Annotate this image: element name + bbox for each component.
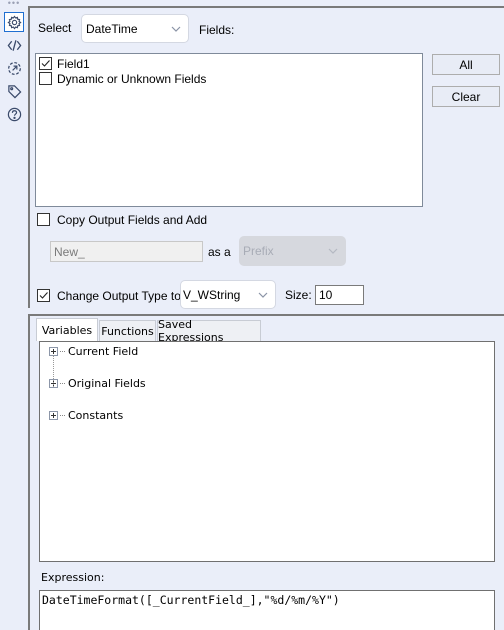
field1-checkbox[interactable] [39,57,52,70]
as-a-label: as a [208,245,231,259]
tab-saved-expressions[interactable]: Saved Expressions [157,318,261,344]
help-button[interactable] [4,104,24,124]
checkmark-icon [39,292,48,299]
tree-item-constants[interactable]: Constants [40,407,494,423]
tree-item-label: Constants [68,408,124,422]
select-all-button[interactable]: All [432,54,500,75]
tree-item-original-fields[interactable]: Original Fields [40,375,494,391]
size-value: 10 [319,288,333,302]
field-item-dynamic[interactable]: Dynamic or Unknown Fields [39,71,206,86]
checkmark-icon [41,60,50,67]
tree-connector [60,414,65,416]
variables-tree[interactable]: Current Field Original Fields Constants [39,341,495,562]
tree-connector [60,350,65,352]
select-label: Select [38,21,72,35]
expression-editor[interactable]: DateTimeFormat([_CurrentField_],"%d/%m/%… [39,590,495,630]
prefix-text-value: New_ [54,244,85,259]
fields-listbox[interactable]: Field1 Dynamic or Unknown Fields [35,53,423,207]
code-icon [7,39,21,51]
help-icon [7,107,21,121]
tab-variables[interactable]: Variables [36,318,98,341]
copy-output-option[interactable]: Copy Output Fields and Add [37,212,207,227]
more-dots-icon[interactable]: ••• [7,0,21,8]
change-type-checkbox[interactable] [37,289,50,302]
target-arrow-icon [7,61,21,75]
tree-item-current-field[interactable]: Current Field [40,343,494,359]
select-type-value: DateTime [86,21,138,36]
tag-icon [7,84,21,98]
change-type-option[interactable]: Change Output Type to [37,288,181,303]
annotation-button[interactable] [4,35,24,55]
chevron-down-icon [171,26,181,32]
tree-item-label: Original Fields [68,376,146,390]
output-button[interactable] [4,58,24,78]
copy-output-checkbox[interactable] [37,213,50,226]
copy-output-label: Copy Output Fields and Add [57,212,208,227]
expression-label: Expression: [41,571,105,584]
field-item-field1[interactable]: Field1 [39,56,90,71]
expression-text: DateTimeFormat([_CurrentField_],"%d/%m/%… [42,593,340,607]
configuration-button[interactable] [4,12,24,32]
output-type-dropdown[interactable]: V_WString [180,280,276,309]
tree-connector [60,382,65,384]
prefix-suffix-value: Prefix [243,244,274,258]
dynamic-fields-checkbox[interactable] [39,72,52,85]
change-type-label: Change Output Type to [57,288,181,303]
gear-icon [6,14,22,30]
select-type-dropdown[interactable]: DateTime [81,14,189,43]
chevron-down-icon [258,292,268,298]
left-toolbar: ••• [0,0,28,630]
fields-label: Fields: [199,23,235,37]
output-type-value: V_WString [183,287,241,302]
field1-label: Field1 [57,56,90,71]
prefix-text-input[interactable]: New_ [50,241,203,262]
size-input[interactable]: 10 [315,285,364,305]
dynamic-fields-label: Dynamic or Unknown Fields [57,71,207,86]
size-label: Size: [285,288,312,302]
prefix-suffix-dropdown[interactable]: Prefix [239,236,346,266]
tag-button[interactable] [4,81,24,101]
tab-functions[interactable]: Functions [99,320,156,341]
expand-plus-icon[interactable] [49,410,58,420]
chevron-down-icon [328,248,338,254]
tree-item-label: Current Field [68,344,139,358]
tree-vertical-connector [53,355,54,387]
clear-button[interactable]: Clear [432,86,500,107]
